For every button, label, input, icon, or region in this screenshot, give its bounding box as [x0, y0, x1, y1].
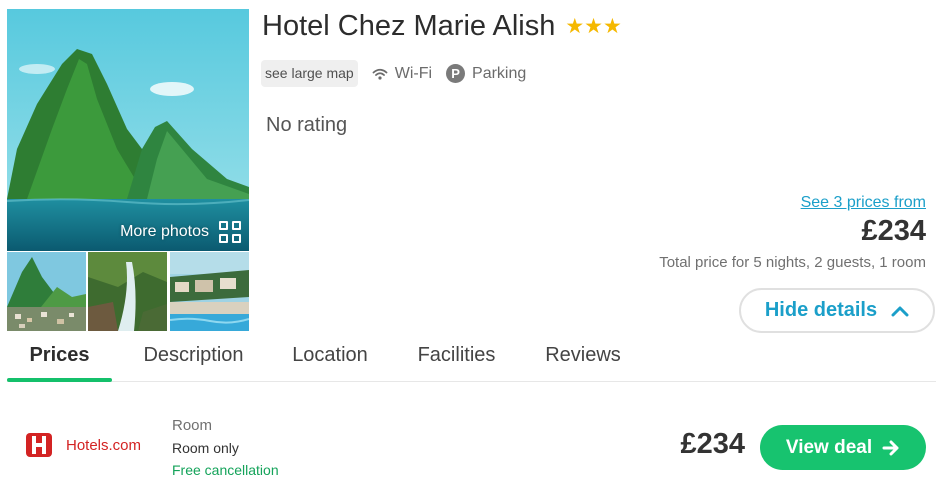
thumbnail-2[interactable] [88, 252, 168, 331]
waterfall-photo [88, 252, 168, 331]
room-info: Room Room only Free cancellation [172, 415, 279, 481]
lowest-price: £234 [861, 215, 926, 247]
mountain-lake-photo [7, 9, 249, 251]
amenity-parking-label: Parking [472, 64, 527, 82]
thumbnail-3[interactable] [169, 252, 249, 331]
star-rating: ★★★ [565, 15, 622, 38]
tab-description[interactable]: Description [112, 335, 275, 381]
parking-icon: P [446, 64, 466, 83]
view-deal-label: View deal [785, 436, 873, 458]
amenity-wifi: Wi-Fi [372, 65, 432, 83]
more-photos-button[interactable]: More photos [120, 221, 241, 243]
see-prices-link[interactable]: See 3 prices from [801, 194, 926, 212]
provider-name: Hotels.com [66, 436, 142, 454]
see-large-map-button[interactable]: see large map [261, 60, 358, 87]
deal-price: £234 [680, 428, 745, 460]
room-type: Room [172, 417, 213, 434]
pool-resort-photo [169, 252, 249, 331]
rating-text: No rating [266, 114, 348, 136]
wifi-icon [372, 68, 388, 80]
amenity-wifi-label: Wi-Fi [394, 64, 433, 82]
more-photos-label: More photos [120, 223, 209, 240]
photo-thumbnails [7, 252, 249, 331]
view-deal-button[interactable]: View deal [760, 425, 926, 470]
free-cancellation: Free cancellation [172, 462, 279, 478]
hide-details-label: Hide details [764, 299, 878, 321]
pitons-town-photo [7, 252, 86, 331]
total-price-note: Total price for 5 nights, 2 guests, 1 ro… [659, 254, 926, 271]
hotel-meta-row: see large map Wi-Fi P Parking [261, 60, 526, 87]
amenity-parking: P Parking [446, 64, 526, 83]
room-board: Room only [172, 440, 239, 456]
tab-location[interactable]: Location [275, 335, 385, 381]
tab-prices[interactable]: Prices [7, 335, 112, 382]
chevron-up-icon [891, 306, 909, 316]
hotel-name: Hotel Chez Marie Alish [262, 10, 556, 42]
provider-logo: Hotels.com [25, 431, 141, 459]
hotels-com-h-icon [26, 433, 52, 457]
main-hotel-photo[interactable]: More photos [7, 9, 249, 251]
detail-tabs: Prices Description Location Facilities R… [7, 335, 936, 382]
grid-icon [219, 221, 241, 243]
tab-facilities[interactable]: Facilities [385, 335, 528, 381]
tab-reviews[interactable]: Reviews [528, 335, 638, 381]
hotel-title-row: Hotel Chez Marie Alish ★★★ [262, 10, 622, 43]
thumbnail-1[interactable] [7, 252, 86, 331]
arrow-right-icon [882, 440, 899, 455]
hide-details-button[interactable]: Hide details [739, 288, 935, 333]
